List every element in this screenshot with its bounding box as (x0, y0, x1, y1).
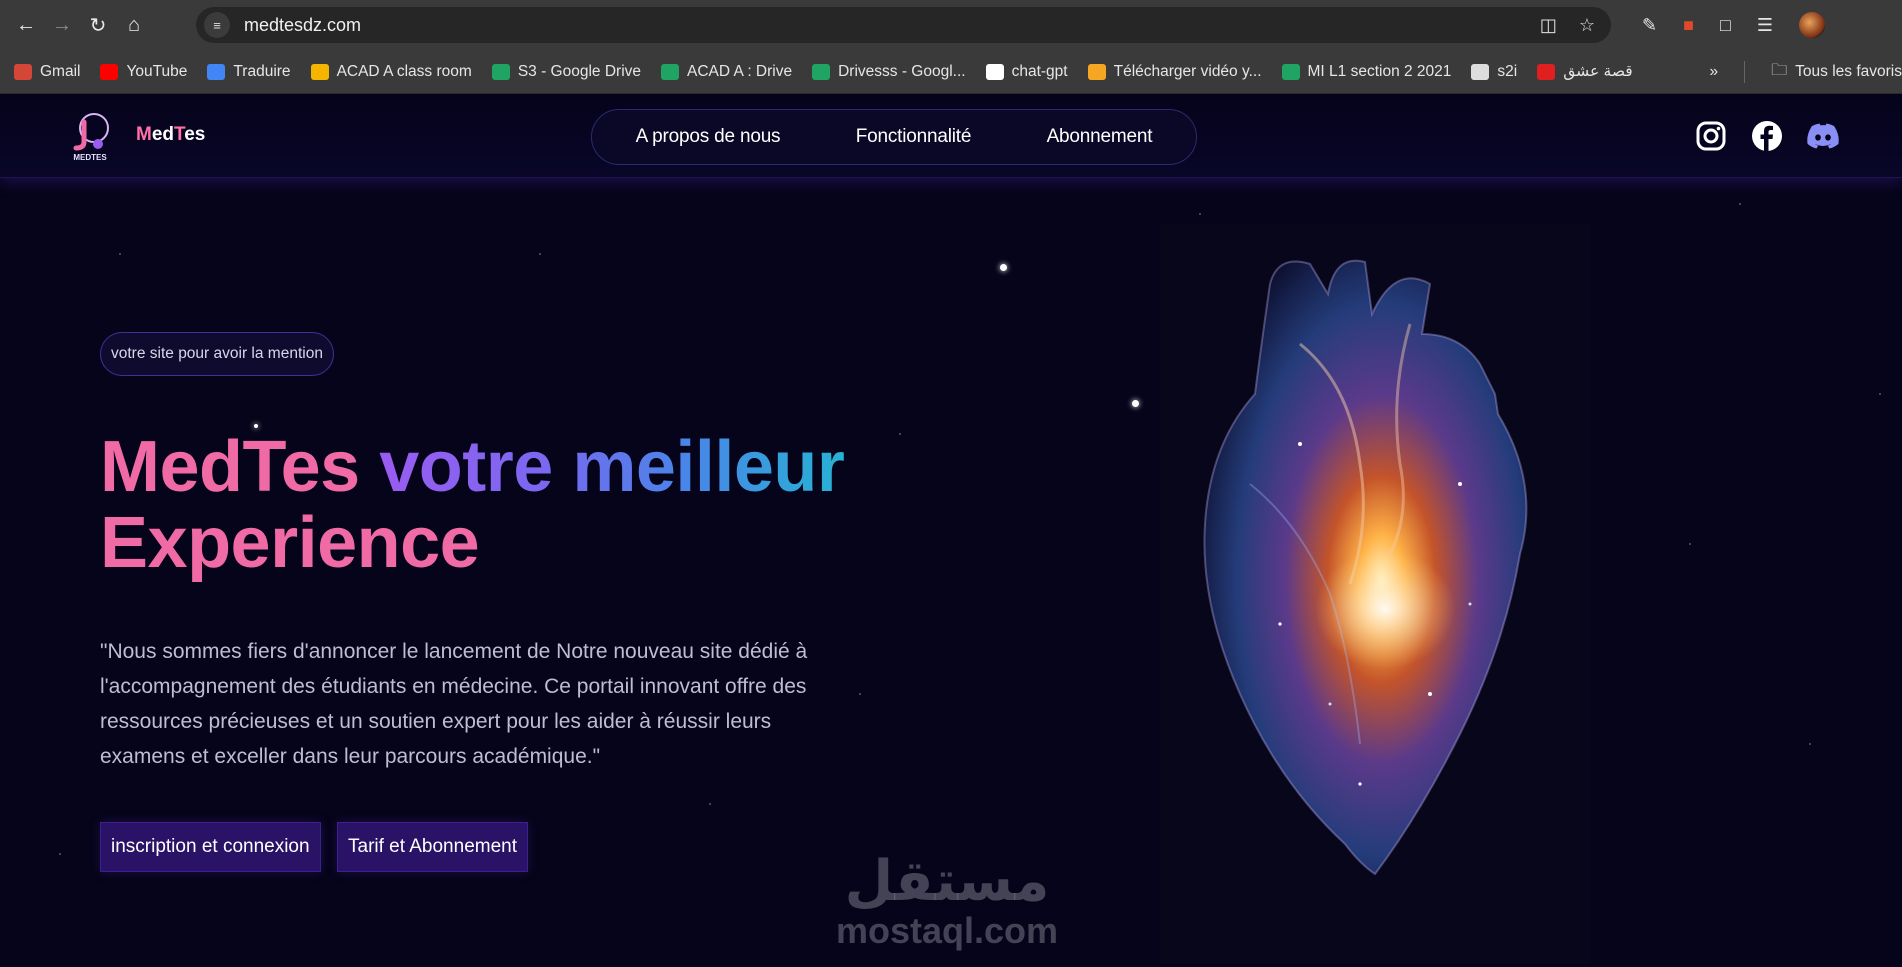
bookmark-label: MI L1 section 2 2021 (1307, 62, 1452, 80)
bookmark-label: ACAD A : Drive (687, 62, 793, 80)
extensions-area: ✎ ■ □ ☰ (1622, 0, 1902, 50)
bookmark-favicon-icon (661, 63, 680, 80)
nav-features[interactable]: Fonctionnalité (856, 126, 972, 148)
puzzle-icon[interactable]: □ (1720, 15, 1731, 36)
bookmark-label: S3 - Google Drive (517, 62, 642, 80)
bookmark-favicon-icon (100, 63, 119, 80)
bookmark-favicon-icon (1471, 63, 1490, 80)
bookmarks-divider (1744, 61, 1746, 83)
website-viewport: MEDTES MedTes A propos de nous Fonctionn… (0, 94, 1902, 967)
bookmark-label: قصة عشق (1563, 63, 1633, 80)
bookmark-item[interactable]: Drivesss - Googl... (812, 62, 966, 81)
bookmark-favicon-icon (207, 63, 226, 80)
bookmark-label: chat-gpt (1011, 62, 1068, 80)
bookmark-favicon-icon (985, 63, 1004, 80)
bookmark-favicon-icon (1087, 63, 1106, 80)
logo-caption: MEDTES (73, 153, 107, 162)
cosmic-heart-image (1160, 224, 1590, 964)
discord-icon[interactable] (1806, 119, 1840, 153)
brand-letters-es: es (184, 124, 206, 145)
mostaql-watermark: مستقل mostaql.com (836, 852, 1058, 950)
hero-title-experience: Experience (100, 503, 480, 583)
extension-red-icon[interactable]: ■ (1683, 15, 1694, 36)
social-links (1694, 119, 1840, 153)
watermark-arabic: مستقل (844, 849, 1050, 914)
translate-icon[interactable]: ◫ (1540, 15, 1557, 36)
bookmark-favicon-icon (1281, 63, 1300, 80)
facebook-icon[interactable] (1750, 119, 1784, 153)
bookmark-label: ACAD A class room (336, 62, 472, 80)
hero-title-brand: MedTes (100, 427, 360, 507)
bookmark-item[interactable]: ACAD A : Drive (661, 63, 792, 81)
brand-letter-t: T (174, 124, 185, 145)
bookmark-item[interactable]: Traduire (207, 62, 291, 81)
instagram-icon[interactable] (1694, 119, 1728, 153)
brand-letter-m: M (136, 124, 152, 145)
medtes-logo[interactable]: MEDTES (64, 104, 116, 164)
brand-letters-ed: ed (151, 124, 175, 145)
address-bar[interactable]: ≡ medtesdz.com ◫ ☆ (196, 7, 1611, 43)
bookmark-item[interactable]: S3 - Google Drive (491, 62, 642, 81)
bookmark-item[interactable]: chat-gpt (985, 62, 1068, 81)
bookmark-favicon-icon (491, 63, 510, 80)
brand-name[interactable]: MedTes (136, 124, 205, 146)
home-icon[interactable]: ⌂ (116, 7, 152, 43)
main-nav: A propos de nous Fonctionnalité Abonneme… (591, 109, 1197, 165)
bookmark-label: Télécharger vidéo y... (1113, 62, 1262, 80)
hero-title-highlight: votre meilleur (379, 427, 845, 507)
bookmark-favicon-icon (310, 63, 329, 80)
bookmark-favicon-icon (1537, 63, 1556, 80)
all-bookmarks-folder[interactable]: 🗀 Tous les favoris (1771, 59, 1902, 86)
signup-login-button[interactable]: inscription et connexion (100, 822, 321, 872)
browser-toolbar: ← → ↻ ⌂ ≡ medtesdz.com ◫ ☆ ✎ ■ □ ☰ (0, 0, 1902, 50)
bookmarks-bar: Gmail YouTube Traduire ACAD A class room S3 … (0, 50, 1902, 94)
nav-subscription[interactable]: Abonnement (1047, 126, 1153, 148)
bookmark-item[interactable]: YouTube (100, 63, 187, 81)
bookmark-item[interactable]: s2i (1471, 63, 1517, 81)
star-decoration (1132, 400, 1139, 407)
pricing-button[interactable]: Tarif et Abonnement (337, 822, 528, 872)
bookmark-item[interactable]: MI L1 section 2 2021 (1281, 62, 1452, 81)
site-info-icon[interactable]: ≡ (204, 12, 230, 38)
bookmark-label: s2i (1497, 62, 1518, 80)
more-bookmarks-icon[interactable]: » (1710, 63, 1719, 81)
eyedropper-icon[interactable]: ✎ (1642, 15, 1657, 36)
bookmark-label: Traduire (233, 62, 291, 80)
reload-icon[interactable]: ↻ (80, 7, 116, 43)
media-control-icon[interactable]: ☰ (1757, 15, 1773, 36)
back-icon[interactable]: ← (8, 7, 44, 43)
hero-tagline-pill: votre site pour avoir la mention (100, 332, 334, 376)
nav-about[interactable]: A propos de nous (636, 126, 781, 148)
hero-title: MedTes votre meilleur Experience (100, 427, 845, 583)
bookmark-item[interactable]: Télécharger vidéo y... (1087, 62, 1262, 81)
forward-icon[interactable]: → (44, 7, 80, 43)
bookmark-favicon-icon (14, 63, 32, 80)
watermark-latin: mostaql.com (836, 910, 1059, 951)
bookmark-star-icon[interactable]: ☆ (1579, 15, 1595, 36)
bookmark-item[interactable]: قصة عشق (1537, 62, 1633, 81)
profile-avatar[interactable] (1798, 12, 1825, 38)
all-bookmarks-label: Tous les favoris (1795, 63, 1902, 80)
site-header: MEDTES MedTes A propos de nous Fonctionn… (0, 94, 1902, 178)
bookmark-label: Gmail (40, 62, 81, 80)
bookmark-favicon-icon (812, 63, 831, 80)
bookmark-label: Drivesss - Googl... (838, 62, 966, 80)
hero-description: "Nous sommes fiers d'annoncer le lanceme… (100, 640, 808, 768)
bookmark-label: YouTube (126, 62, 188, 80)
bookmark-item[interactable]: Gmail (14, 63, 80, 81)
url-text[interactable]: medtesdz.com (244, 15, 361, 36)
star-decoration (1000, 264, 1007, 271)
folder-icon: 🗀 (1771, 61, 1788, 79)
bookmark-item[interactable]: ACAD A class room (310, 62, 472, 81)
